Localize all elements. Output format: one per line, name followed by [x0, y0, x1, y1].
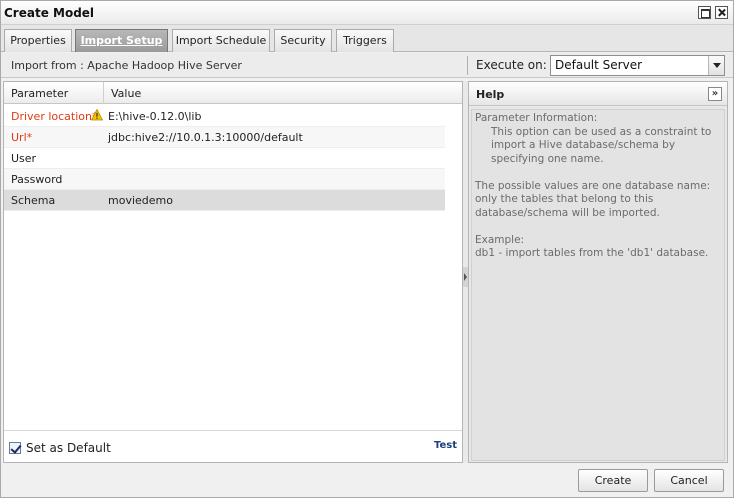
- help-title: Help: [476, 88, 505, 101]
- param-driver-location: Driver location*: [11, 110, 98, 123]
- value-schema[interactable]: moviedemo: [108, 194, 173, 207]
- table-row[interactable]: Driver location* E:\hive-0.12.0\lib: [4, 106, 445, 127]
- help-example-label: Example:: [475, 233, 525, 246]
- param-password: Password: [11, 173, 63, 186]
- table-row[interactable]: User: [4, 148, 445, 169]
- help-content: Parameter Information: This option can b…: [471, 109, 725, 461]
- maximize-icon[interactable]: [698, 6, 711, 19]
- execute-on-label: Execute on:: [476, 58, 547, 72]
- dialog-title: Create Model: [4, 6, 95, 20]
- param-user: User: [11, 152, 37, 165]
- collapse-icon[interactable]: »: [708, 87, 722, 101]
- tab-import-setup[interactable]: Import Setup: [75, 29, 168, 52]
- value-driver-location[interactable]: E:\hive-0.12.0\lib: [108, 110, 201, 123]
- parameter-grid-panel: Parameter Value Driver location* E:\hive…: [3, 81, 463, 463]
- value-url[interactable]: jdbc:hive2://10.0.1.3:10000/default: [108, 131, 303, 144]
- execute-on-value: Default Server: [555, 58, 643, 72]
- test-link[interactable]: Test: [434, 440, 457, 451]
- column-header-parameter[interactable]: Parameter: [11, 87, 68, 100]
- param-url: Url*: [11, 131, 33, 144]
- chevron-down-icon[interactable]: [708, 56, 724, 75]
- tab-properties[interactable]: Properties: [4, 29, 72, 52]
- param-schema: Schema: [11, 194, 56, 207]
- create-model-dialog: Create Model Properties Import Setup Imp…: [0, 0, 734, 498]
- title-bar[interactable]: Create Model: [1, 1, 733, 25]
- import-subbar: Import from : Apache Hadoop Hive Server …: [1, 53, 733, 78]
- table-row[interactable]: Password: [4, 169, 445, 190]
- tab-security[interactable]: Security: [274, 29, 332, 52]
- dialog-button-bar: Create Cancel: [1, 463, 733, 497]
- create-button[interactable]: Create: [578, 469, 648, 492]
- help-heading: Parameter Information:: [475, 112, 598, 124]
- help-paragraph: The possible values are one database nam…: [475, 179, 711, 219]
- help-example-text: db1 - import tables from the 'db1' datab…: [475, 247, 709, 259]
- tab-import-schedule[interactable]: Import Schedule: [172, 29, 270, 52]
- set-default-label[interactable]: Set as Default: [26, 441, 111, 455]
- help-paragraph: This option can be used as a constraint …: [491, 125, 712, 165]
- help-header: Help »: [469, 82, 727, 106]
- grid-header: Parameter Value: [4, 82, 462, 104]
- import-from-label: Import from : Apache Hadoop Hive Server: [11, 59, 242, 72]
- column-header-value[interactable]: Value: [111, 87, 141, 100]
- column-divider[interactable]: [103, 82, 104, 104]
- subbar-divider: [467, 56, 468, 75]
- table-row[interactable]: Schema moviedemo: [4, 190, 445, 211]
- grid-footer: Set as Default Test: [4, 430, 462, 462]
- tab-triggers[interactable]: Triggers: [336, 29, 394, 52]
- table-row[interactable]: Url* jdbc:hive2://10.0.1.3:10000/default: [4, 127, 445, 148]
- close-icon[interactable]: [715, 6, 728, 19]
- warning-icon: [91, 109, 103, 121]
- tab-bar: Properties Import Setup Import Schedule …: [1, 25, 733, 52]
- help-panel: Help » Parameter Information: This optio…: [468, 81, 728, 463]
- set-default-checkbox[interactable]: [9, 442, 21, 454]
- execute-on-select[interactable]: Default Server: [550, 55, 725, 76]
- cancel-button[interactable]: Cancel: [654, 469, 724, 492]
